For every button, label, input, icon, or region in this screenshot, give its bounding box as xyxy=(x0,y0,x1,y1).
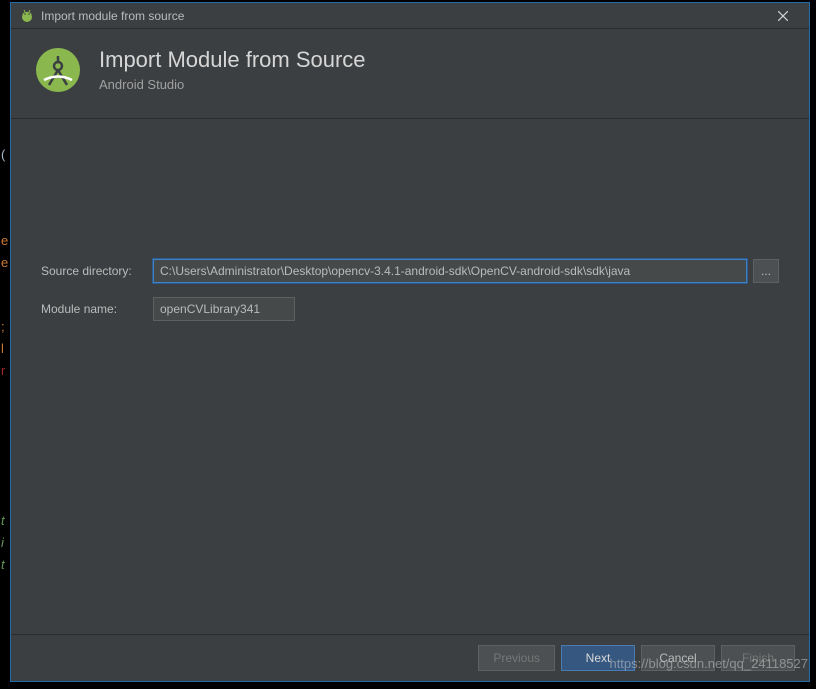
button-bar: Previous Next Cancel Finish xyxy=(11,634,809,681)
previous-button[interactable]: Previous xyxy=(478,645,555,671)
background-code-char: t xyxy=(1,554,5,576)
window-title: Import module from source xyxy=(41,9,765,23)
source-directory-row: Source directory: ... xyxy=(41,259,779,283)
android-studio-icon xyxy=(19,8,35,24)
module-name-label: Module name: xyxy=(41,302,153,316)
background-code-char: l xyxy=(1,338,4,360)
finish-button[interactable]: Finish xyxy=(721,645,795,671)
background-code-char: e xyxy=(1,252,8,274)
titlebar: Import module from source xyxy=(11,3,809,29)
background-code-char: r xyxy=(1,360,5,382)
next-button[interactable]: Next xyxy=(561,645,635,671)
background-code-char: ; xyxy=(1,316,5,338)
background-code-char: ( xyxy=(1,144,5,166)
dialog-content: Source directory: ... Module name: xyxy=(11,119,809,634)
dialog-header: Import Module from Source Android Studio xyxy=(11,29,809,119)
background-code-char: i xyxy=(1,532,4,554)
cancel-button[interactable]: Cancel xyxy=(641,645,715,671)
background-code-char: e xyxy=(1,230,8,252)
module-name-row: Module name: xyxy=(41,297,779,321)
close-icon[interactable] xyxy=(765,4,801,28)
source-directory-label: Source directory: xyxy=(41,264,153,278)
browse-button[interactable]: ... xyxy=(753,259,779,283)
background-code-char: t xyxy=(1,510,5,532)
editor-background: ( ee;lr tit xyxy=(0,0,10,689)
module-name-input[interactable] xyxy=(153,297,295,321)
android-studio-logo-icon xyxy=(35,47,81,98)
import-module-dialog: Import module from source Import Module … xyxy=(10,2,810,682)
dialog-subtitle: Android Studio xyxy=(99,77,366,92)
dialog-title: Import Module from Source xyxy=(99,47,366,73)
source-directory-input[interactable] xyxy=(153,259,747,283)
